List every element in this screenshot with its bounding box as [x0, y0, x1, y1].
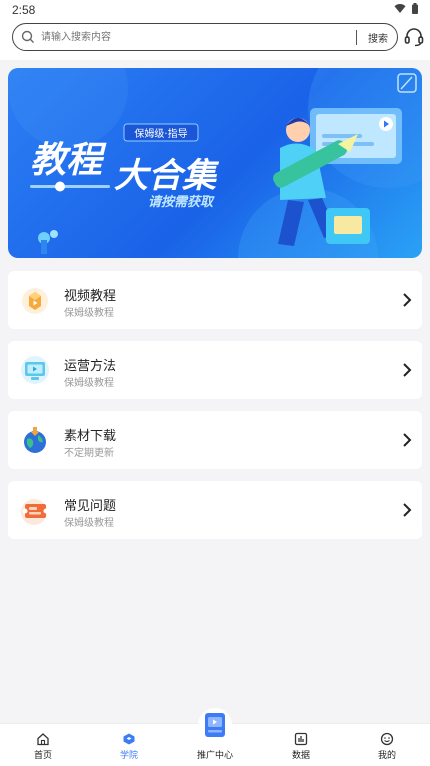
profile-icon: [380, 732, 394, 746]
promo-center-icon: [205, 713, 225, 737]
tab-label: 数据: [291, 750, 310, 760]
ticket-icon: [21, 499, 49, 525]
status-bar: 2:58: [0, 0, 430, 20]
tutorial-banner[interactable]: 保姆级·指导 教程 大合集 请按需获取: [8, 68, 422, 258]
search-button[interactable]: 搜索: [361, 30, 395, 45]
menu-item-operation-methods[interactable]: 运营方法 保姆级教程: [8, 341, 422, 399]
banner-title-line1: 教程: [30, 140, 107, 181]
search-input[interactable]: [41, 28, 341, 46]
menu-item-material-download[interactable]: 素材下载 不定期更新: [8, 411, 422, 469]
monitor-icon: [21, 356, 49, 384]
chevron-right-icon: [403, 363, 412, 377]
tab-label: 我的: [377, 750, 396, 760]
promo-center-button[interactable]: [198, 708, 232, 742]
banner-artwork: 保姆级·指导 教程 大合集 请按需获取: [8, 68, 422, 258]
slider-decoration: [30, 181, 110, 192]
wifi-icon: [394, 4, 406, 13]
academy-icon: [123, 733, 135, 745]
tab-data[interactable]: 数据: [258, 724, 344, 766]
globe-download-icon: [24, 427, 46, 453]
menu-item-subtitle: 保姆级教程: [64, 518, 114, 529]
search-header: 搜索: [0, 20, 430, 60]
chevron-right-icon: [403, 433, 412, 447]
search-icon: [21, 30, 34, 43]
plant-decoration: [38, 230, 58, 254]
banner-title-line2: 大合集: [114, 156, 220, 196]
menu-item-subtitle: 不定期更新: [64, 448, 114, 459]
status-time: 2:58: [12, 3, 36, 17]
tab-profile[interactable]: 我的: [344, 724, 430, 766]
search-divider: [356, 30, 357, 45]
tab-label: 推广中心: [196, 750, 233, 760]
menu-item-title: 运营方法: [64, 358, 117, 373]
status-icons: [394, 3, 418, 14]
menu-item-title: 常见问题: [64, 498, 117, 513]
search-bar[interactable]: 搜索: [12, 23, 398, 51]
tab-label: 首页: [33, 750, 52, 760]
battery-icon: [412, 3, 418, 14]
video-box-icon: [22, 288, 48, 314]
menu-item-title: 素材下载: [64, 428, 117, 443]
menu-item-subtitle: 保姆级教程: [64, 378, 114, 389]
headset-icon[interactable]: [404, 27, 424, 47]
tab-academy[interactable]: 学院: [86, 724, 172, 766]
menu-item-faq[interactable]: 常见问题 保姆级教程: [8, 481, 422, 539]
data-icon: [294, 732, 308, 746]
chevron-right-icon: [403, 293, 412, 307]
menu-item-video-tutorial[interactable]: 视频教程 保姆级教程: [8, 271, 422, 329]
home-icon: [37, 733, 49, 746]
tab-label: 学院: [119, 750, 138, 760]
chevron-right-icon: [403, 503, 412, 517]
menu-item-subtitle: 保姆级教程: [64, 308, 114, 319]
banner-subtitle: 请按需获取: [148, 194, 215, 210]
tab-home[interactable]: 首页: [0, 724, 86, 766]
banner-tag-text: 保姆级·指导: [134, 127, 187, 140]
menu-item-title: 视频教程: [64, 288, 117, 303]
